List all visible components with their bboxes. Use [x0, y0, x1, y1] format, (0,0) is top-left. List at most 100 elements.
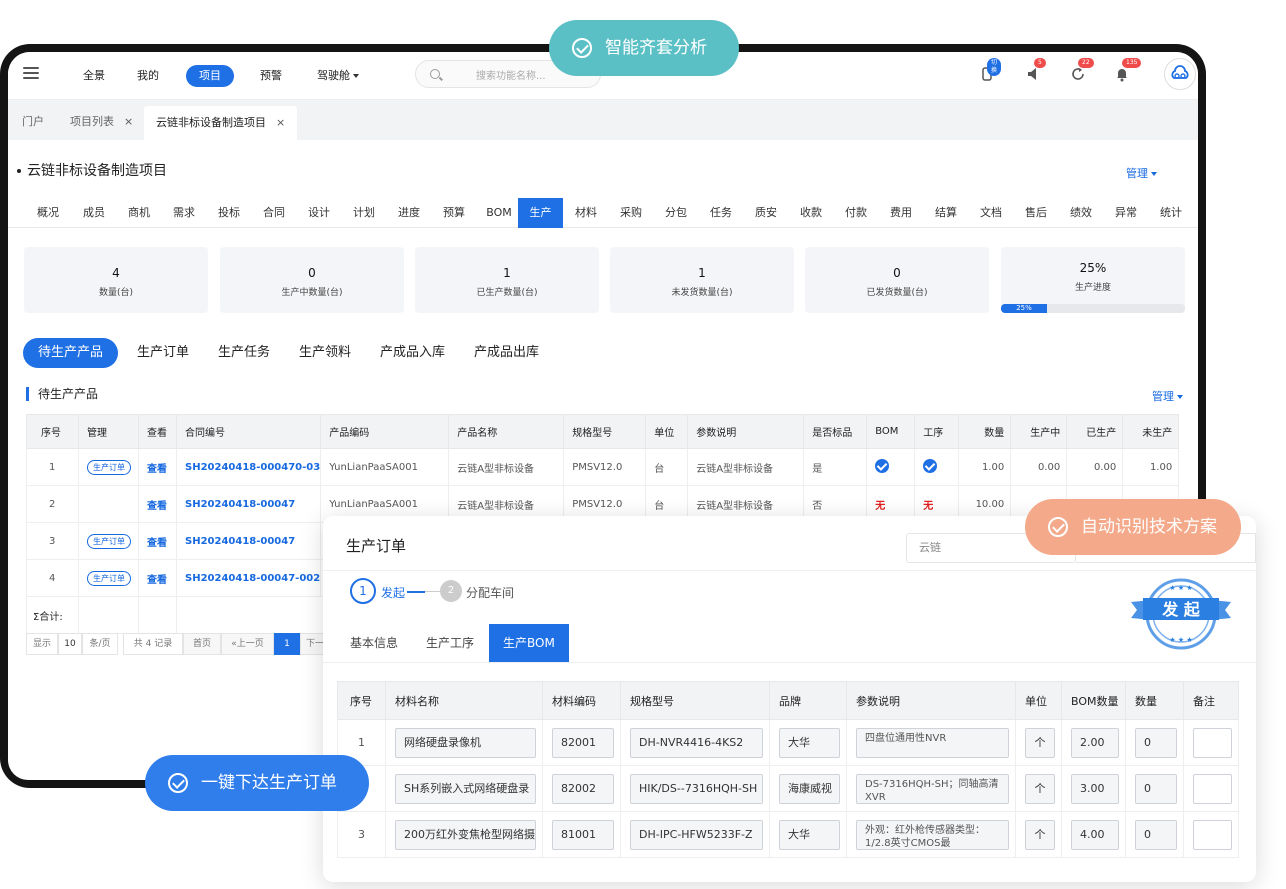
material-name-field[interactable]: 200万红外变焦枪型网络摄 [395, 819, 536, 850]
bom-qty-field[interactable]: 2.00 [1071, 727, 1119, 758]
production-order-button[interactable]: 生产订单 [87, 570, 131, 586]
project-manage-dropdown[interactable]: 管理 [1126, 165, 1157, 181]
contract-link[interactable]: SH20240418-00047 [185, 499, 295, 510]
module-tab-22[interactable]: 售后 [1014, 198, 1058, 228]
avatar[interactable] [1164, 58, 1196, 90]
bom-qty-field[interactable]: 4.00 [1071, 819, 1119, 850]
production-order-button[interactable]: 生产订单 [87, 459, 131, 475]
phone-switch-icon[interactable]: 切换 [979, 58, 1002, 82]
module-tab-19[interactable]: 费用 [879, 198, 923, 228]
view-link[interactable]: 查看 [147, 464, 167, 475]
module-tab-11[interactable]: 生产 [518, 198, 563, 228]
col-product-code: 产品编码 [320, 414, 450, 449]
feature-pill-label: 一键下达生产订单 [201, 773, 337, 793]
page-size-select[interactable]: 10 [58, 633, 82, 655]
nav-warning[interactable]: 预警 [260, 65, 282, 87]
first-page-button[interactable]: 首页 [183, 633, 221, 655]
tab-basic-info[interactable]: 基本信息 [350, 624, 398, 662]
module-tab-17[interactable]: 收款 [789, 198, 833, 228]
module-tab-13[interactable]: 采购 [609, 198, 653, 228]
material-code-field[interactable]: 81001 [552, 819, 614, 850]
qty-field[interactable]: 0 [1135, 819, 1177, 850]
remark-field[interactable] [1193, 727, 1232, 758]
module-tab-3[interactable]: 需求 [161, 198, 207, 228]
spec-field[interactable]: DH-IPC-HFW5233F-Z [630, 819, 763, 850]
module-tab-20[interactable]: 结算 [924, 198, 968, 228]
tab-project-list[interactable]: 项目列表 × [70, 109, 133, 140]
module-tab-8[interactable]: 进度 [386, 198, 432, 228]
subtab-production-orders[interactable]: 生产订单 [137, 338, 189, 368]
remark-field[interactable] [1193, 819, 1232, 850]
qty-field[interactable]: 0 [1135, 727, 1177, 758]
module-tab-25[interactable]: 统计 [1149, 198, 1193, 228]
material-name-field[interactable]: 网络硬盘录像机 [395, 727, 536, 758]
menu-icon[interactable] [23, 67, 39, 79]
brand-field[interactable]: 大华 [779, 727, 840, 758]
tab-current-project[interactable]: 云链非标设备制造项目 × [144, 106, 298, 140]
prev-page-button[interactable]: «上一页 [221, 633, 274, 655]
nav-overview[interactable]: 全景 [83, 65, 105, 87]
view-link[interactable]: 查看 [147, 575, 167, 586]
module-tab-1[interactable]: 成员 [72, 198, 116, 228]
nav-project[interactable]: 项目 [186, 65, 234, 87]
param-textarea[interactable]: 四盘位通用性NVR [856, 727, 1009, 758]
close-icon[interactable]: × [124, 115, 133, 128]
module-tab-15[interactable]: 任务 [699, 198, 743, 228]
close-icon[interactable]: × [276, 116, 285, 129]
refresh-icon[interactable]: 22 [1070, 58, 1094, 82]
spec-field[interactable]: DH-NVR4416-4KS2 [630, 727, 763, 758]
contract-link[interactable]: SH20240418-00047-002 [185, 573, 320, 584]
module-tab-21[interactable]: 文档 [969, 198, 1013, 228]
speaker-icon[interactable]: 5 [1026, 58, 1046, 82]
brand-field[interactable]: 大华 [779, 819, 840, 850]
module-tab-23[interactable]: 绩效 [1059, 198, 1103, 228]
module-tab-0[interactable]: 概况 [28, 198, 68, 228]
bom-qty-field[interactable]: 3.00 [1071, 773, 1119, 804]
module-tab-12[interactable]: 材料 [564, 198, 608, 228]
view-link[interactable]: 查看 [147, 501, 167, 512]
subtab-product-outbound[interactable]: 产成品出库 [474, 338, 539, 368]
module-tab-5[interactable]: 合同 [251, 198, 297, 228]
module-tab-7[interactable]: 计划 [341, 198, 387, 228]
module-tab-2[interactable]: 商机 [116, 198, 162, 228]
page-1-button[interactable]: 1 [274, 633, 300, 655]
cell-param: 四盘位通用性NVR [846, 719, 1016, 766]
module-tab-24[interactable]: 异常 [1104, 198, 1148, 228]
module-tab-16[interactable]: 质安 [744, 198, 788, 228]
section-manage-dropdown[interactable]: 管理 [1152, 388, 1183, 404]
material-code-field[interactable]: 82002 [552, 773, 614, 804]
subtab-production-tasks[interactable]: 生产任务 [218, 338, 270, 368]
tab-production-bom[interactable]: 生产BOM [489, 624, 569, 662]
tab-production-process[interactable]: 生产工序 [426, 624, 474, 662]
nav-mine[interactable]: 我的 [137, 65, 159, 87]
param-textarea[interactable]: 外观：红外枪传感器类型：1/2.8英寸CMOS最 [856, 819, 1009, 850]
tab-portal[interactable]: 门户 [22, 109, 44, 140]
production-order-button[interactable]: 生产订单 [87, 533, 131, 549]
col-view: 查看 [138, 414, 177, 449]
nav-cockpit[interactable]: 驾驶舱 [317, 65, 359, 87]
remark-field[interactable] [1193, 773, 1232, 804]
param-textarea[interactable]: DS-7316HQH-SH；同轴高清XVR [856, 773, 1009, 804]
subtab-pending-products[interactable]: 待生产产品 [23, 338, 119, 368]
subtab-product-inbound[interactable]: 产成品入库 [380, 338, 445, 368]
module-tab-4[interactable]: 投标 [206, 198, 252, 228]
module-tab-6[interactable]: 设计 [296, 198, 342, 228]
brand-field[interactable]: 海康威视 [779, 773, 840, 804]
unit-field[interactable]: 个 [1025, 773, 1055, 804]
qty-field[interactable]: 0 [1135, 773, 1177, 804]
contract-link[interactable]: SH20240418-00047 [185, 536, 295, 547]
spec-field[interactable]: HIK/DS--7316HQH-SH [630, 773, 763, 804]
module-tab-9[interactable]: 预算 [431, 198, 477, 228]
stat-label: 数量(台) [98, 288, 134, 298]
contract-link[interactable]: SH20240418-000470-03 [185, 462, 320, 473]
material-name-field[interactable]: SH系列嵌入式网络硬盘录 [395, 773, 536, 804]
bell-icon[interactable]: 135 [1114, 58, 1142, 82]
material-code-field[interactable]: 82001 [552, 727, 614, 758]
sum-label: Σ合计: [26, 596, 79, 634]
unit-field[interactable]: 个 [1025, 819, 1055, 850]
unit-field[interactable]: 个 [1025, 727, 1055, 758]
view-link[interactable]: 查看 [147, 538, 167, 549]
module-tab-14[interactable]: 分包 [654, 198, 698, 228]
subtab-material-requisition[interactable]: 生产领料 [299, 338, 351, 368]
module-tab-18[interactable]: 付款 [834, 198, 878, 228]
